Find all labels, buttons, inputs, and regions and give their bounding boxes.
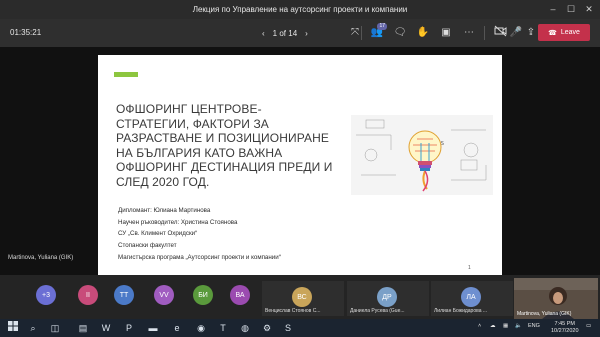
slide-meta: Дипломант: Юлиана Мартинова Научен ръков… — [118, 205, 281, 264]
volume-icon[interactable]: 🔈 — [515, 323, 522, 329]
slide-meta-line: Стопански факултет — [118, 242, 177, 250]
notifications-icon[interactable]: ▭ — [586, 323, 591, 329]
camera-off-icon[interactable] — [493, 25, 507, 41]
participant-avatar: ВС — [292, 287, 312, 307]
participant-avatar: ЛА — [461, 287, 481, 307]
share-screen-icon[interactable]: ⇪ — [524, 25, 538, 41]
participant-avatar[interactable]: ВА — [230, 285, 250, 305]
participant-avatar[interactable]: II — [78, 285, 98, 305]
chrome-icon[interactable]: ◍ — [238, 321, 252, 335]
participant-avatar[interactable]: БИ — [193, 285, 213, 305]
previous-slide-icon[interactable]: ‹ — [262, 29, 265, 38]
slide-accent-bar — [114, 72, 138, 77]
next-slide-icon[interactable]: › — [305, 29, 308, 38]
presenter-name: Martinova, Yuliana (GIK) — [8, 255, 74, 261]
self-name: Martinova, Yuliana (GIK) — [517, 311, 572, 317]
slide-heading: ОФШОРИНГ ЦЕНТРОВЕ-СТРАТЕГИИ, ФАКТОРИ ЗА … — [116, 102, 333, 189]
teams-window: Лекция по Управление на аутсорсинг проек… — [0, 0, 600, 337]
participant-name: Даниела Русева (Gue... — [350, 308, 405, 314]
lightbulb-illustration: BUSINESS — [351, 115, 493, 195]
participant-avatar[interactable]: VV — [154, 285, 174, 305]
meeting-toolbar: 01:35:21 ‹ 1 of 14 › ⤧ 👥 17 🗨 ✋ ▣ ⋯ 🎤 ⇪ ☎… — [0, 19, 600, 47]
taskbar-clock[interactable]: 7:45 PM 10/27/2020 — [551, 321, 579, 335]
participant-tile[interactable]: ВС Венцислав Стоянов С... — [262, 281, 344, 316]
clock-time: 7:45 PM — [554, 321, 575, 327]
maximize-icon[interactable]: ☐ — [562, 2, 580, 17]
onedrive-icon[interactable]: ☁ — [490, 323, 496, 329]
participant-avatar: ДР — [377, 287, 397, 307]
word-icon[interactable]: W — [99, 321, 113, 335]
windows-taskbar: ⌕ ◫ ▤ W P ▬ e ◉ T ◍ ⚙ S ˄ ☁ ▦ 🔈 ENG 7:45… — [0, 319, 600, 337]
clock-date: 10/27/2020 — [551, 328, 579, 334]
sync-icon[interactable]: ⤧ — [348, 25, 362, 41]
participant-avatar[interactable]: TT — [114, 285, 134, 305]
raise-hand-icon[interactable]: ✋ — [416, 25, 430, 41]
network-icon[interactable]: ▦ — [503, 323, 508, 329]
skype-icon[interactable]: S — [281, 321, 295, 335]
powerpoint-icon[interactable]: P — [122, 321, 136, 335]
task-view-icon[interactable]: ◫ — [48, 321, 62, 335]
outlook-icon[interactable]: ▤ — [76, 321, 90, 335]
slide-meta-line: Магистърска програма „Аутсорсинг проекти… — [118, 253, 281, 261]
shared-content-stage: ОФШОРИНГ ЦЕНТРОВЕ-СТРАТЕГИИ, ФАКТОРИ ЗА … — [0, 47, 600, 275]
slide-meta-line: Научен ръководител: Христина Стоянова — [118, 218, 238, 226]
rooms-icon[interactable]: ▣ — [439, 25, 453, 41]
participant-strip: +3 II TT VV БИ ВА ВС Венцислав Стоянов С… — [0, 275, 600, 319]
close-icon[interactable]: ✕ — [580, 2, 598, 17]
windows-start-icon[interactable] — [6, 321, 20, 335]
slide-meta-line: Дипломант: Юлиана Мартинова — [118, 207, 211, 214]
participants-icon[interactable]: 👥 17 — [370, 23, 387, 41]
window-title: Лекция по Управление на аутсорсинг проек… — [192, 5, 408, 14]
participant-tile[interactable]: ДР Даниела Русева (Gue... — [347, 281, 429, 316]
slide-meta-line: СУ „Св. Климент Охридски“ — [118, 230, 198, 238]
language-indicator[interactable]: ENG — [528, 323, 540, 329]
edge-icon[interactable]: e — [170, 321, 184, 335]
participant-name: Лилиан Божидарова ... — [434, 308, 488, 314]
chat-icon[interactable]: 🗨 — [393, 25, 407, 41]
settings-icon[interactable]: ⚙ — [260, 321, 274, 335]
participants-count-badge: 17 — [377, 23, 387, 30]
unknown-app-icon[interactable]: ◉ — [194, 321, 208, 335]
self-video[interactable]: Martinova, Yuliana (GIK) — [514, 278, 598, 319]
tray-chevron-icon[interactable]: ˄ — [478, 323, 481, 329]
more-actions-icon[interactable]: ⋯ — [462, 25, 476, 41]
teams-icon[interactable]: T — [216, 321, 230, 335]
meeting-timer: 01:35:21 — [10, 28, 42, 37]
participant-name: Венцислав Стоянов С... — [265, 308, 321, 314]
leave-button[interactable]: ☎ Leave — [538, 24, 590, 41]
file-explorer-icon[interactable]: ▬ — [146, 321, 160, 335]
microphone-icon[interactable]: 🎤 — [509, 25, 523, 41]
minimize-icon[interactable]: – — [544, 2, 562, 17]
page-indicator: 1 of 14 — [272, 28, 298, 38]
presentation-slide: ОФШОРИНГ ЦЕНТРОВЕ-СТРАТЕГИИ, ФАКТОРИ ЗА … — [98, 55, 502, 275]
participant-tile[interactable]: ЛА Лилиан Божидарова ... — [431, 281, 513, 316]
title-bar: Лекция по Управление на аутсорсинг проек… — [0, 0, 600, 19]
search-icon[interactable]: ⌕ — [26, 321, 40, 335]
slide-page-number: 1 — [468, 265, 471, 271]
leave-label: Leave — [560, 29, 580, 36]
slide-pager: ‹ 1 of 14 › — [262, 25, 308, 41]
overflow-participants[interactable]: +3 — [36, 285, 56, 305]
phone-hangup-icon: ☎ — [548, 29, 557, 37]
